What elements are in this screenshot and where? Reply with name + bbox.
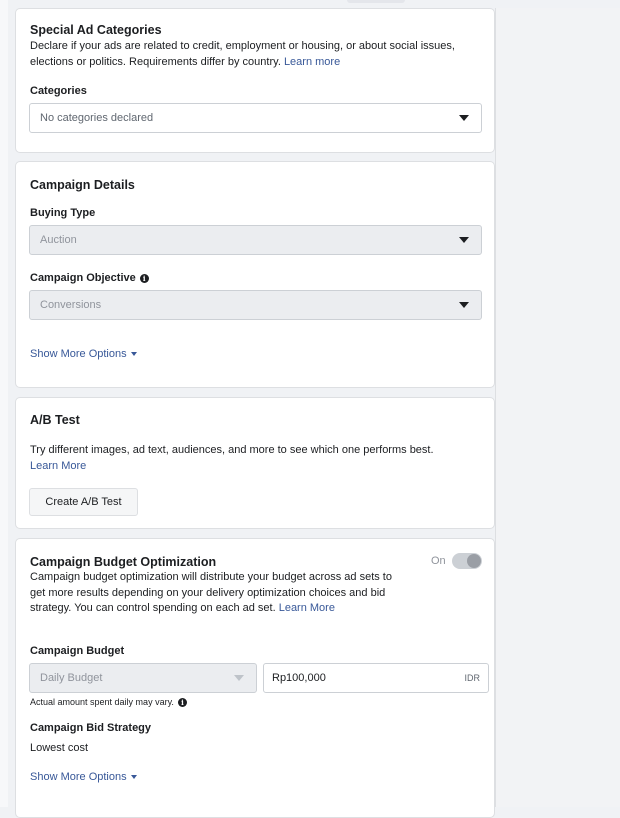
special-ad-categories-card: Special Ad Categories Declare if your ad…	[15, 8, 495, 153]
bid-strategy-label: Campaign Bid Strategy	[30, 722, 152, 734]
campaign-details-card: Campaign Details Buying Type Auction Cam…	[15, 161, 495, 388]
top-strip	[0, 0, 620, 8]
info-icon[interactable]: i	[139, 273, 149, 283]
cbo-title: Campaign Budget Optimization	[30, 555, 217, 569]
show-more-label: Show More Options	[30, 348, 127, 360]
caret-down-icon	[130, 352, 137, 357]
buying-type-dropdown[interactable]: Auction	[29, 225, 482, 255]
chevron-down-icon	[459, 115, 469, 121]
chevron-down-icon	[459, 237, 469, 243]
campaign-objective-label: Campaign Objective	[30, 272, 136, 284]
budget-note: Actual amount spent daily may vary.	[30, 697, 174, 707]
campaign-objective-value: Conversions	[40, 299, 102, 311]
top-tab-indicator	[347, 0, 405, 3]
right-pane	[495, 8, 620, 807]
campaign-budget-label: Campaign Budget	[30, 645, 125, 657]
ab-test-learn-more-link[interactable]: Learn More	[30, 459, 490, 475]
create-ab-test-button[interactable]: Create A/B Test	[29, 488, 138, 516]
special-ad-desc-line1: Declare if your ads are related to credi…	[30, 40, 455, 52]
buying-type-label: Buying Type	[30, 207, 96, 219]
ab-test-desc: Try different images, ad text, audiences…	[30, 444, 434, 456]
show-more-label: Show More Options	[30, 771, 127, 783]
categories-dropdown[interactable]: No categories declared	[29, 103, 482, 133]
cbo-desc-line3: strategy. You can control spending on ea…	[30, 602, 276, 614]
budget-type-value: Daily Budget	[40, 672, 103, 684]
budget-amount-input[interactable]: Rp100,000 IDR	[263, 663, 489, 693]
campaign-objective-dropdown[interactable]: Conversions	[29, 290, 482, 320]
chevron-down-icon	[234, 675, 244, 681]
budget-amount-value: Rp100,000	[272, 672, 326, 684]
caret-down-icon	[130, 775, 137, 780]
special-ad-learn-more-link[interactable]: Learn more	[284, 56, 340, 68]
campaign-objective-label-row: Campaign Objective i	[30, 272, 149, 284]
budget-type-dropdown[interactable]: Daily Budget	[29, 663, 257, 693]
cbo-toggle[interactable]	[452, 553, 482, 569]
toggle-knob	[467, 554, 481, 568]
info-icon[interactable]: i	[177, 698, 187, 708]
categories-label: Categories	[30, 85, 87, 97]
ab-test-card: A/B Test Try different images, ad text, …	[15, 397, 495, 529]
cbo-description: Campaign budget optimization will distri…	[30, 570, 430, 617]
buying-type-value: Auction	[40, 234, 77, 246]
chevron-down-icon	[459, 302, 469, 308]
currency-label: IDR	[464, 673, 481, 683]
budget-note-row: Actual amount spent daily may vary. i	[30, 697, 187, 708]
special-ad-desc-line2: elections or politics. Requirements diff…	[30, 55, 281, 68]
left-edge	[0, 0, 8, 807]
categories-value: No categories declared	[40, 112, 154, 124]
cbo-desc-line2: get more results depending on your deliv…	[30, 586, 386, 599]
ab-test-description: Try different images, ad text, audiences…	[30, 443, 490, 474]
special-ad-description: Declare if your ads are related to credi…	[30, 39, 490, 70]
bid-strategy-value: Lowest cost	[30, 742, 89, 754]
campaign-details-show-more[interactable]: Show More Options	[30, 347, 137, 363]
cbo-desc-line1: Campaign budget optimization will distri…	[30, 571, 392, 583]
cbo-card: Campaign Budget Optimization On Campaign…	[15, 538, 495, 818]
ab-test-title: A/B Test	[30, 413, 80, 427]
cbo-show-more[interactable]: Show More Options	[30, 770, 137, 786]
special-ad-title: Special Ad Categories	[30, 23, 162, 37]
cbo-learn-more-link[interactable]: Learn More	[279, 602, 335, 614]
cbo-toggle-label: On	[431, 555, 446, 567]
campaign-details-title: Campaign Details	[30, 178, 135, 192]
